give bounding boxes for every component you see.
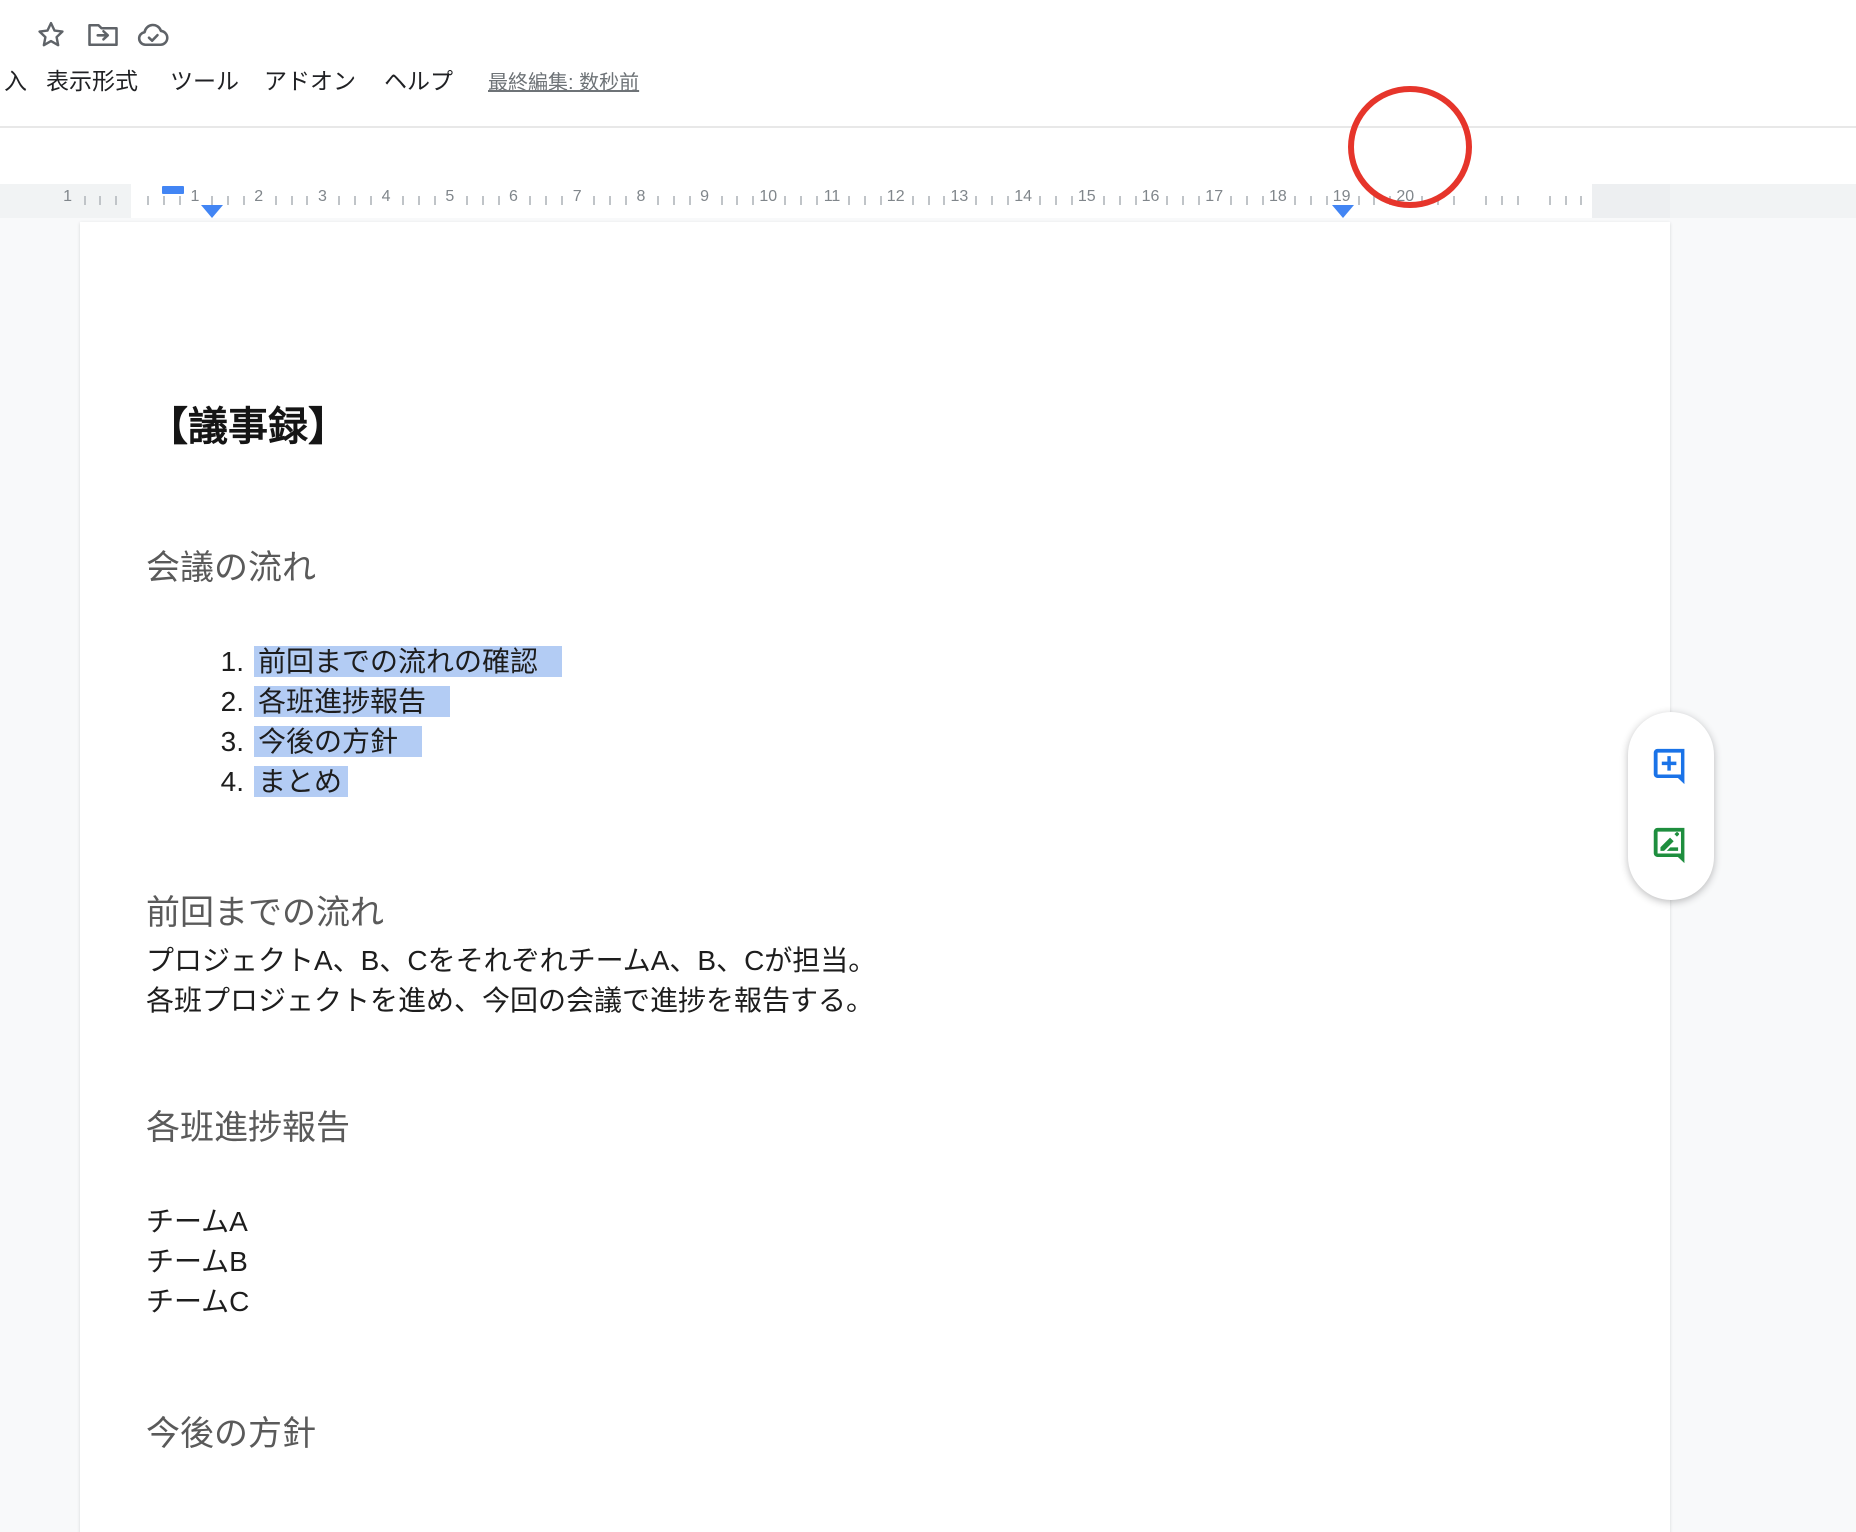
doc-paragraph: プロジェクトA、B、CをそれぞれチームA、B、Cが担当。 各班プロジェクトを進め… xyxy=(146,941,876,1021)
team-line: チームA xyxy=(146,1202,249,1242)
floating-action-pill xyxy=(1628,712,1714,900)
selected-text: まとめ xyxy=(254,766,348,797)
ruler[interactable]: 11234567891011121314151617181920 xyxy=(0,184,1856,218)
list-number: 4. xyxy=(146,762,254,802)
paragraph-line: プロジェクトA、B、CをそれぞれチームA、B、Cが担当。 xyxy=(146,941,876,981)
paragraph-line: 各班プロジェクトを進め、今回の会議で進捗を報告する。 xyxy=(146,981,876,1021)
doc-heading-policy: 今後の方針 xyxy=(146,1406,316,1455)
doc-heading-agenda: 会議の流れ xyxy=(146,540,316,589)
suggest-edits-fab[interactable] xyxy=(1648,824,1694,870)
add-comment-fab[interactable] xyxy=(1648,745,1694,791)
list-number: 3. xyxy=(146,722,254,762)
selected-text: 前回までの流れの確認 xyxy=(254,646,562,677)
doc-heading-progress: 各班進捗報告 xyxy=(146,1100,350,1149)
document-page[interactable]: 【議事録】 会議の流れ 1.前回までの流れの確認 2.各班進捗報告 3.今後の方… xyxy=(80,222,1670,1532)
agenda-list: 1.前回までの流れの確認 2.各班進捗報告 3.今後の方針 4.まとめ xyxy=(146,642,562,802)
menu-addons[interactable]: アドオン xyxy=(264,64,356,98)
document-canvas: 【議事録】 会議の流れ 1.前回までの流れの確認 2.各班進捗報告 3.今後の方… xyxy=(0,218,1856,1532)
star-icon[interactable] xyxy=(32,16,70,54)
ruler-right-margin-shade xyxy=(1592,184,1670,218)
menu-help[interactable]: ヘルプ xyxy=(384,64,453,98)
menu-insert-partial[interactable]: 入 xyxy=(4,64,27,98)
team-list: チームA チームB チームC xyxy=(146,1202,249,1322)
cloud-saved-icon[interactable] xyxy=(134,16,172,54)
list-number: 1. xyxy=(146,642,254,682)
menu-tools[interactable]: ツール xyxy=(170,64,239,98)
move-folder-icon[interactable] xyxy=(84,16,122,54)
list-item: 1.前回までの流れの確認 xyxy=(146,642,562,682)
doc-heading-previous: 前回までの流れ xyxy=(146,885,384,934)
selected-text: 今後の方針 xyxy=(254,726,422,757)
selected-text: 各班進捗報告 xyxy=(254,686,450,717)
suggest-edit-icon xyxy=(1648,824,1694,870)
add-comment-icon xyxy=(1648,745,1694,791)
list-number: 2. xyxy=(146,682,254,722)
list-item: 2.各班進捗報告 xyxy=(146,682,562,722)
google-docs-window: 入 表示形式 ツール アドオン ヘルプ 最終編集: 数秒前 標準テキス... A… xyxy=(0,0,1856,1532)
team-line: チームB xyxy=(146,1242,249,1282)
toolbar: 標準テキス... Arial − 11 + B I U A xyxy=(0,128,1856,184)
header: 入 表示形式 ツール アドオン ヘルプ 最終編集: 数秒前 xyxy=(0,0,1856,128)
right-indent-marker[interactable] xyxy=(1332,205,1354,218)
last-edit-link[interactable]: 最終編集: 数秒前 xyxy=(488,66,639,95)
list-item: 3.今後の方針 xyxy=(146,722,562,762)
team-line: チームC xyxy=(146,1282,249,1322)
doc-title: 【議事録】 xyxy=(148,394,348,452)
first-line-indent-marker[interactable] xyxy=(162,186,184,194)
list-item: 4.まとめ xyxy=(146,762,562,802)
menu-format[interactable]: 表示形式 xyxy=(46,64,138,98)
left-indent-marker[interactable] xyxy=(201,205,223,218)
